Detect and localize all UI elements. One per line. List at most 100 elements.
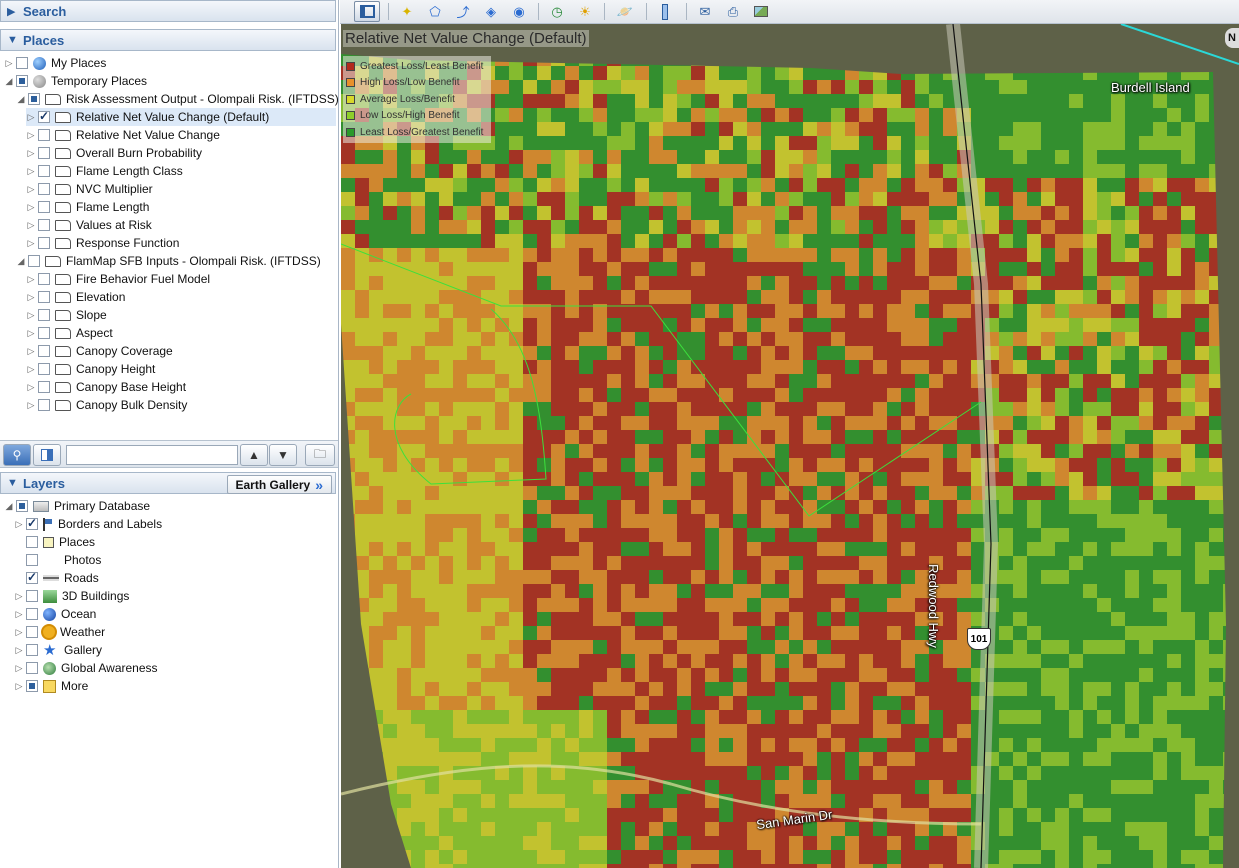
expand-icon[interactable]: ▷ xyxy=(26,238,36,249)
collapse-icon[interactable]: ◢ xyxy=(4,76,14,87)
north-indicator[interactable]: N xyxy=(1225,28,1239,48)
add-placemark-button[interactable]: ✦ xyxy=(394,1,420,22)
checkbox[interactable] xyxy=(26,680,38,692)
tree-item-flammap-inputs[interactable]: ◢ FlamMap SFB Inputs - Olompali Risk. (I… xyxy=(16,252,321,270)
toggle-sidebar-button[interactable] xyxy=(354,1,380,22)
checkbox[interactable] xyxy=(38,345,50,357)
checkbox[interactable] xyxy=(16,57,28,69)
tree-item-elevation[interactable]: ▷ Elevation xyxy=(26,288,126,306)
ruler-button[interactable] xyxy=(652,1,678,22)
map-view[interactable]: Relative Net Value Change (Default) Grea… xyxy=(341,24,1239,868)
collapse-icon[interactable]: ◢ xyxy=(4,501,14,512)
expand-icon[interactable]: ▷ xyxy=(14,627,24,638)
checkbox[interactable] xyxy=(38,399,50,411)
layer-weather[interactable]: ▷ Weather xyxy=(14,623,106,641)
checkbox[interactable] xyxy=(38,363,50,375)
move-up-button[interactable]: ▲ xyxy=(240,444,268,466)
earth-gallery-button[interactable]: Earth Gallery » xyxy=(226,475,332,494)
checkbox[interactable] xyxy=(26,644,38,656)
expand-icon[interactable]: ▷ xyxy=(26,346,36,357)
expand-icon[interactable]: ▷ xyxy=(26,112,36,123)
expand-icon[interactable]: ▷ xyxy=(26,130,36,141)
checkbox[interactable] xyxy=(16,500,28,512)
expand-icon[interactable]: ▷ xyxy=(14,681,24,692)
checkbox[interactable] xyxy=(38,381,50,393)
layer-global-awareness[interactable]: ▷ Global Awareness xyxy=(14,659,158,677)
expand-icon[interactable]: ▷ xyxy=(26,364,36,375)
layer-primary-database[interactable]: ◢ Primary Database xyxy=(4,497,151,515)
folder-menu-button[interactable]: 🗀 xyxy=(305,444,335,466)
print-button[interactable]: ⎙ xyxy=(720,1,746,22)
toggle-panel-button[interactable] xyxy=(33,444,61,466)
layer-more[interactable]: ▷ More xyxy=(14,677,89,695)
tree-item-fuel-model[interactable]: ▷ Fire Behavior Fuel Model xyxy=(26,270,211,288)
expand-icon[interactable]: ▷ xyxy=(14,645,24,656)
search-panel-header[interactable]: ▶ Search xyxy=(0,0,336,22)
tree-item-temporary-places[interactable]: ◢ Temporary Places xyxy=(4,72,148,90)
checkbox[interactable] xyxy=(38,237,50,249)
add-path-button[interactable]: ⤴ xyxy=(450,1,476,22)
tree-item-canopy-base-height[interactable]: ▷ Canopy Base Height xyxy=(26,378,187,396)
checkbox[interactable] xyxy=(26,608,38,620)
sunlight-button[interactable]: ☀ xyxy=(572,1,598,22)
layer-gallery[interactable]: ▷ ★ Gallery xyxy=(14,641,102,659)
checkbox[interactable] xyxy=(38,201,50,213)
tree-item-canopy-height[interactable]: ▷ Canopy Height xyxy=(26,360,156,378)
expand-icon[interactable]: ▷ xyxy=(14,609,24,620)
expand-icon[interactable]: ▷ xyxy=(26,202,36,213)
tree-item-my-places[interactable]: ▷ My Places xyxy=(4,54,107,72)
checkbox[interactable] xyxy=(26,536,38,548)
places-filter-input[interactable] xyxy=(66,445,238,465)
map-canvas[interactable] xyxy=(341,24,1239,868)
add-overlay-button[interactable]: ◈ xyxy=(478,1,504,22)
layer-3d-buildings[interactable]: ▷ 3D Buildings xyxy=(14,587,130,605)
tree-item-rnvc-default[interactable]: ▷ Relative Net Value Change (Default) xyxy=(26,108,336,126)
save-image-button[interactable] xyxy=(748,1,774,22)
tree-item-nvc-multiplier[interactable]: ▷ NVC Multiplier xyxy=(26,180,153,198)
tree-item-values-at-risk[interactable]: ▷ Values at Risk xyxy=(26,216,152,234)
checkbox[interactable] xyxy=(38,273,50,285)
collapse-icon[interactable]: ◢ xyxy=(16,94,26,105)
checkbox[interactable] xyxy=(26,554,38,566)
checkbox[interactable] xyxy=(38,309,50,321)
layer-borders-labels[interactable]: ▷ Borders and Labels xyxy=(14,515,163,533)
expand-icon[interactable]: ▷ xyxy=(26,328,36,339)
checkbox[interactable] xyxy=(26,626,38,638)
expand-icon[interactable]: ▷ xyxy=(26,220,36,231)
move-down-button[interactable]: ▼ xyxy=(269,444,297,466)
layer-roads[interactable]: Roads xyxy=(14,569,99,587)
switch-planet-button[interactable]: 🪐 xyxy=(612,1,638,22)
email-button[interactable]: ✉ xyxy=(692,1,718,22)
search-places-button[interactable]: ⚲ xyxy=(3,444,31,466)
historical-imagery-button[interactable]: ◷ xyxy=(544,1,570,22)
layers-panel-header[interactable]: ▼ Layers Earth Gallery » xyxy=(0,472,336,494)
layer-places[interactable]: Places xyxy=(14,533,95,551)
expand-icon[interactable]: ▷ xyxy=(26,400,36,411)
checkbox[interactable] xyxy=(38,165,50,177)
expand-icon[interactable]: ▷ xyxy=(26,166,36,177)
checkbox[interactable] xyxy=(38,327,50,339)
tree-item-flame-length[interactable]: ▷ Flame Length xyxy=(26,198,150,216)
expand-icon[interactable]: ▷ xyxy=(26,148,36,159)
checkbox[interactable] xyxy=(26,662,38,674)
expand-icon[interactable]: ▷ xyxy=(26,184,36,195)
tree-item-risk-assessment[interactable]: ◢ Risk Assessment Output - Olompali Risk… xyxy=(16,90,339,108)
checkbox[interactable] xyxy=(38,291,50,303)
checkbox[interactable] xyxy=(26,590,38,602)
tree-item-burn-probability[interactable]: ▷ Overall Burn Probability xyxy=(26,144,203,162)
checkbox[interactable] xyxy=(26,516,38,530)
expand-icon[interactable]: ▷ xyxy=(14,591,24,602)
expand-icon[interactable]: ▷ xyxy=(26,274,36,285)
collapse-icon[interactable]: ◢ xyxy=(16,256,26,267)
checkbox[interactable] xyxy=(28,255,40,267)
tree-item-response-function[interactable]: ▷ Response Function xyxy=(26,234,180,252)
add-polygon-button[interactable]: ⬠ xyxy=(422,1,448,22)
tree-item-slope[interactable]: ▷ Slope xyxy=(26,306,107,324)
checkbox[interactable] xyxy=(38,109,50,123)
expand-icon[interactable]: ▷ xyxy=(26,382,36,393)
checkbox[interactable] xyxy=(38,147,50,159)
expand-icon[interactable]: ▷ xyxy=(4,58,14,69)
tree-item-aspect[interactable]: ▷ Aspect xyxy=(26,324,113,342)
expand-icon[interactable]: ▷ xyxy=(14,663,24,674)
tree-item-flame-length-class[interactable]: ▷ Flame Length Class xyxy=(26,162,183,180)
